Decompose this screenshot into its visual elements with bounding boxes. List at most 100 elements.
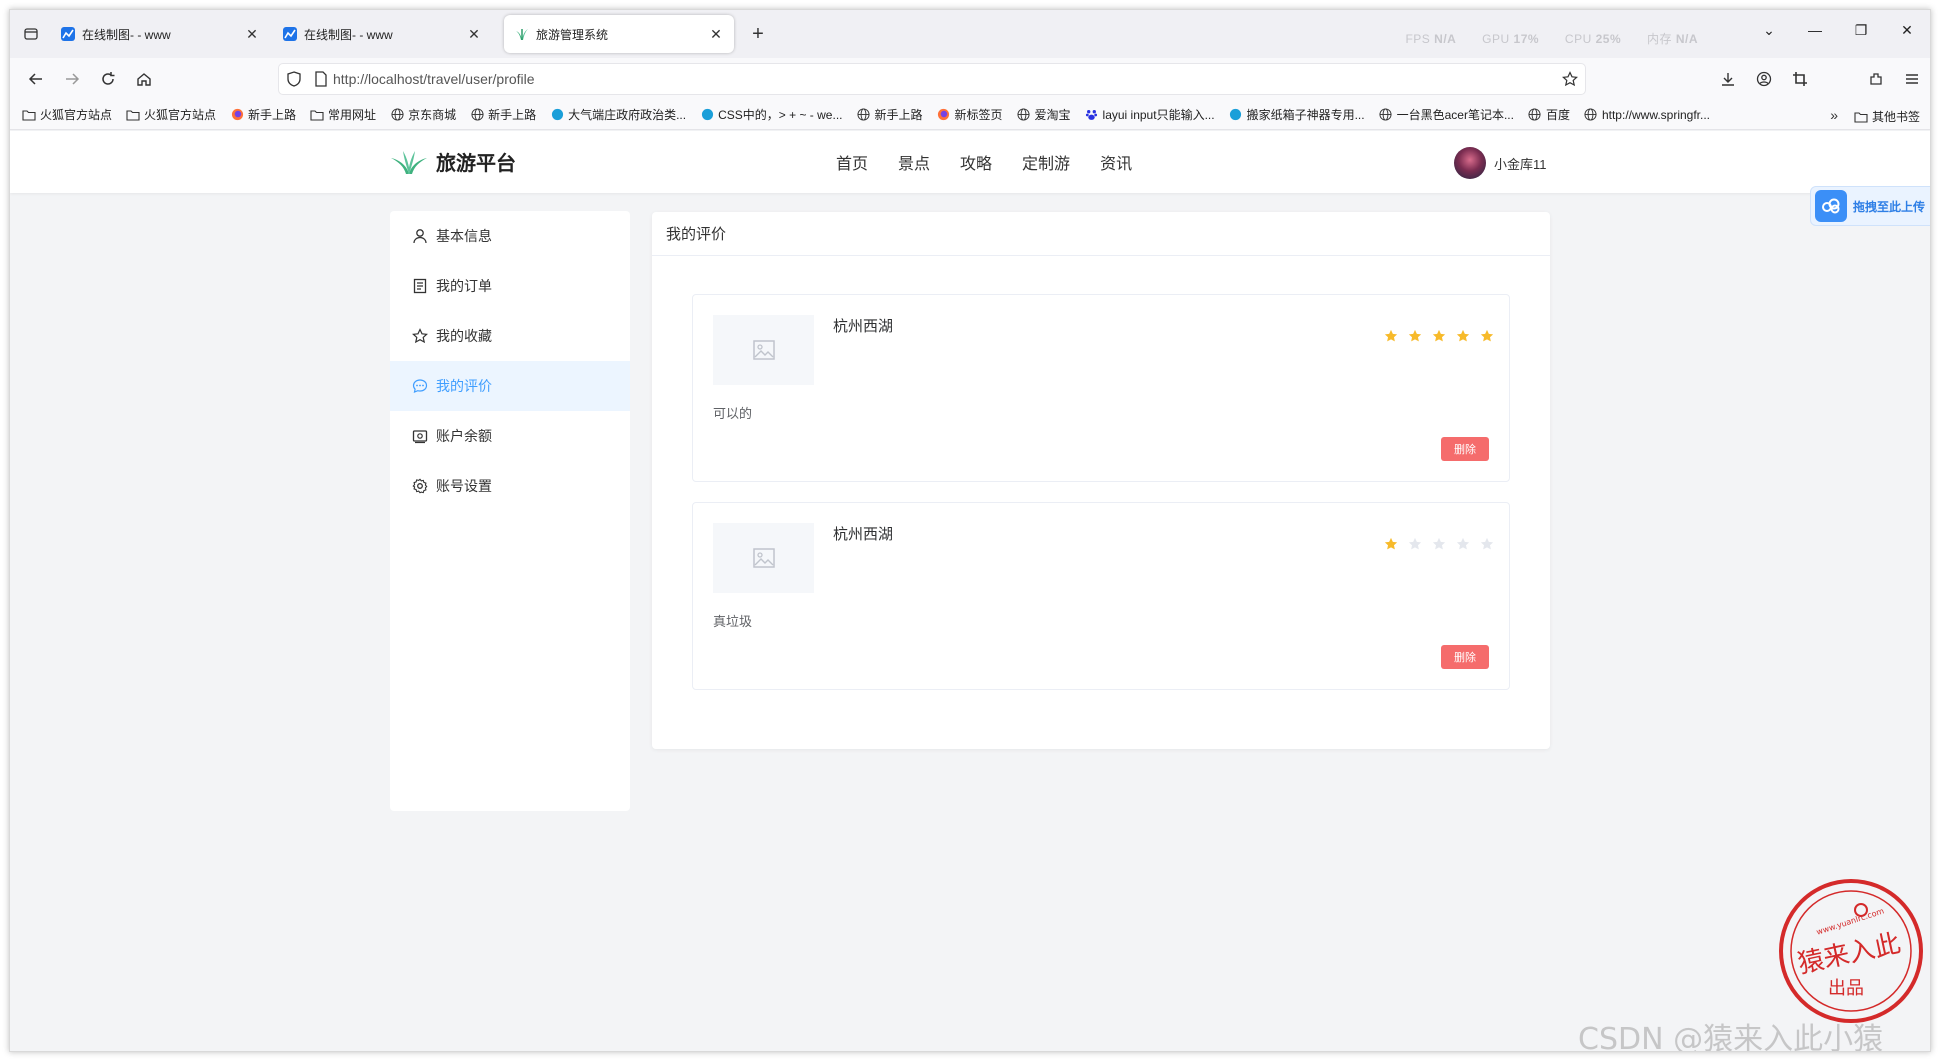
user-menu[interactable]: 小金库11	[1454, 147, 1547, 179]
bookmark-label: 新手上路	[874, 108, 923, 122]
menu-item-attractions[interactable]: 景点	[898, 150, 930, 174]
forward-button[interactable]	[60, 67, 84, 91]
bookmark-item[interactable]: 京东商城	[390, 106, 456, 123]
close-icon[interactable]: ✕	[708, 26, 724, 43]
sidebar-item-label: 账户余额	[436, 428, 492, 444]
cloud-upload-icon	[1815, 190, 1847, 222]
tab-list-button[interactable]	[19, 22, 43, 46]
chevron-down-icon[interactable]: ⌄	[1746, 10, 1792, 50]
bookmark-item[interactable]: 大气端庄政府政治类...	[550, 106, 686, 123]
shield-icon[interactable]	[279, 71, 309, 87]
bookmark-label: 火狐官方站点	[144, 108, 217, 122]
star-filled-icon	[1475, 329, 1499, 343]
address-bar[interactable]	[278, 63, 1586, 95]
sidebar-item-settings[interactable]: 账号设置	[390, 461, 630, 511]
download-icon[interactable]	[1710, 67, 1746, 91]
reload-button[interactable]	[96, 67, 120, 91]
bookmark-star-icon[interactable]	[1555, 71, 1585, 87]
leaf-logo-icon	[514, 26, 530, 42]
site-logo[interactable]: 旅游平台	[390, 147, 516, 176]
bookmark-item[interactable]: 百度	[1528, 106, 1570, 123]
review-spot-name: 杭州西湖	[833, 318, 894, 335]
minimize-icon[interactable]: —	[1792, 10, 1838, 50]
star-filled-icon	[1379, 537, 1403, 551]
tab-3-active[interactable]: 旅游管理系统 ✕	[504, 15, 734, 53]
bookmark-item[interactable]: http://www.springfr...	[1584, 108, 1710, 122]
globe-icon	[390, 108, 404, 122]
bookmark-item[interactable]: CSS中的，> + ~ - we...	[700, 106, 842, 123]
arrow-right-icon	[66, 73, 80, 85]
tab-list-icon	[24, 28, 38, 40]
chart-app-icon	[282, 26, 298, 42]
document-icon	[412, 278, 428, 294]
navigation-bar	[10, 58, 1930, 100]
other-bookmarks[interactable]: 其他书签	[1854, 108, 1920, 125]
user-icon	[412, 228, 428, 244]
system-monitor: FPS N/A GPU 17% CPU 25% 内存 N/A	[1405, 30, 1720, 47]
sidebar-item-balance[interactable]: 账户余额	[390, 411, 630, 461]
close-icon[interactable]: ✕	[244, 26, 260, 43]
menu-icon[interactable]	[1894, 67, 1930, 91]
bookmark-item[interactable]: 新手上路	[230, 106, 296, 123]
sidebar-item-label: 基本信息	[436, 228, 492, 244]
menu-item-news[interactable]: 资讯	[1100, 150, 1132, 174]
bookmark-label: 搬家纸箱子神器专用...	[1246, 108, 1365, 122]
firefox-icon	[937, 108, 951, 122]
bookmark-item[interactable]: 新手上路	[856, 106, 923, 123]
site-icon	[700, 108, 714, 122]
bookmark-item[interactable]: 火狐官方站点	[126, 106, 216, 123]
bookmark-item[interactable]: 搬家纸箱子神器专用...	[1229, 106, 1365, 123]
review-card: 杭州西湖 真垃圾 删除	[692, 502, 1510, 690]
sidebar-item-favorites[interactable]: 我的收藏	[390, 311, 630, 361]
bookmark-label: 常用网址	[328, 108, 377, 122]
new-tab-button[interactable]: +	[746, 22, 770, 46]
menu-item-custom-tour[interactable]: 定制游	[1022, 150, 1070, 174]
stamp-url: www.yuanlrc.com	[1815, 906, 1885, 936]
upload-widget[interactable]: 拖拽至此上传	[1810, 186, 1930, 226]
back-button[interactable]	[24, 67, 48, 91]
close-window-icon[interactable]: ✕	[1884, 10, 1930, 50]
image-placeholder	[713, 523, 814, 593]
tab-1[interactable]: 在线制图- - www ✕	[50, 15, 270, 53]
other-bookmarks-label: 其他书签	[1871, 110, 1920, 124]
chart-app-icon	[60, 26, 76, 42]
bookmark-label: 京东商城	[408, 108, 457, 122]
close-icon[interactable]: ✕	[466, 26, 482, 43]
sidebar-item-basic-info[interactable]: 基本信息	[390, 211, 630, 261]
extensions-icon[interactable]	[1858, 67, 1894, 91]
bookmark-item[interactable]: 爱淘宝	[1017, 106, 1071, 123]
bookmark-item[interactable]: 常用网址	[310, 106, 376, 123]
sidebar-item-orders[interactable]: 我的订单	[390, 261, 630, 311]
sidebar-item-reviews[interactable]: 我的评价	[390, 361, 630, 411]
delete-button[interactable]: 删除	[1441, 645, 1489, 669]
tab-2[interactable]: 在线制图- - www ✕	[272, 15, 492, 53]
bookmark-item[interactable]: 新标签页	[937, 106, 1003, 123]
url-input[interactable]	[333, 71, 1555, 87]
bookmark-label: http://www.springfr...	[1601, 107, 1711, 122]
bookmark-item[interactable]: layui input只能输入...	[1085, 106, 1215, 123]
csdn-watermark: CSDN @猿来入此小猿	[1578, 1022, 1884, 1052]
arrow-left-icon	[28, 73, 42, 85]
panel-title: 我的评价	[652, 212, 1550, 256]
main-menu: 首页 景点 攻略 定制游 资讯	[836, 131, 1162, 193]
review-spot-name: 杭州西湖	[833, 526, 894, 543]
star-empty-icon	[1475, 537, 1499, 551]
bookmark-item[interactable]: 一台黑色acer笔记本...	[1379, 106, 1514, 123]
username: 小金库11	[1494, 156, 1547, 172]
restore-icon[interactable]: ❐	[1838, 10, 1884, 50]
home-button[interactable]	[132, 67, 156, 91]
page-icon	[309, 71, 333, 87]
chevron-double-right-icon[interactable]: »	[1830, 107, 1838, 123]
avatar[interactable]	[1454, 147, 1486, 179]
sidebar-item-label: 我的收藏	[436, 328, 492, 344]
bookmark-item[interactable]: 火狐官方站点	[22, 106, 112, 123]
firefox-icon	[230, 108, 244, 122]
site-brand-name: 旅游平台	[436, 151, 516, 175]
sys-value: N/A	[1675, 32, 1698, 46]
crop-icon[interactable]	[1782, 67, 1818, 91]
menu-item-home[interactable]: 首页	[836, 150, 868, 174]
account-icon[interactable]	[1746, 67, 1782, 91]
delete-button[interactable]: 删除	[1441, 437, 1489, 461]
bookmark-item[interactable]: 新手上路	[470, 106, 536, 123]
menu-item-guides[interactable]: 攻略	[960, 150, 992, 174]
